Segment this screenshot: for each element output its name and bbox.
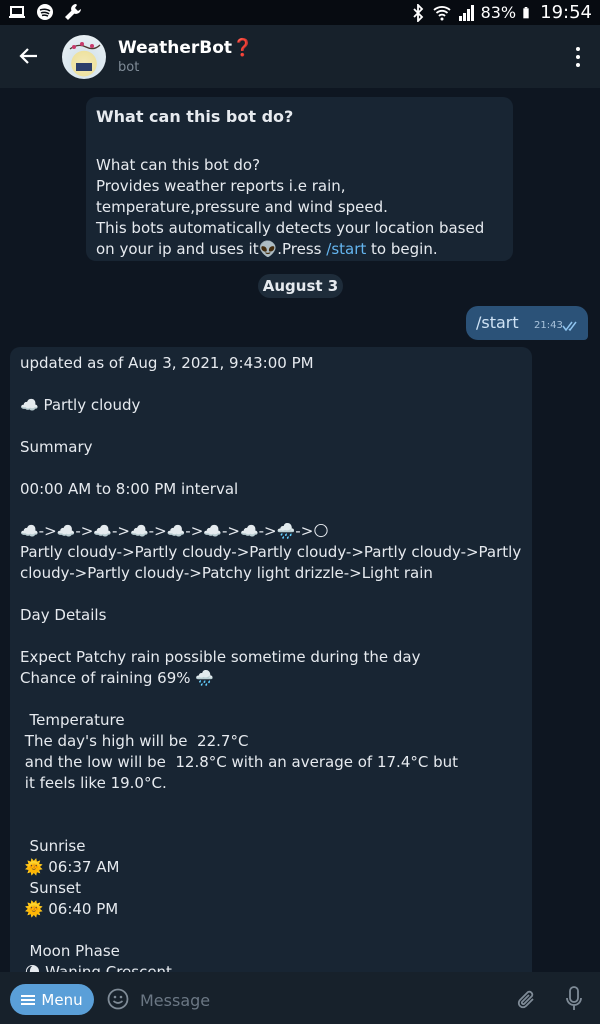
avatar[interactable] <box>62 35 106 79</box>
message-input[interactable]: Message <box>140 991 210 1010</box>
clock: 19:54 <box>540 2 592 23</box>
message-composer: Menu Message <box>0 972 600 1024</box>
chat-title[interactable]: WeatherBot❓ <box>118 38 253 58</box>
menu-button-label: Menu <box>41 990 83 1009</box>
intro-body: What can this bot do? Provides weather r… <box>96 155 506 260</box>
date-separator: August 3 <box>258 274 343 298</box>
menu-button[interactable]: Menu <box>10 984 94 1015</box>
battery-icon <box>523 6 529 18</box>
intro-title: What can this bot do? <box>96 107 294 126</box>
outgoing-message-text: /start <box>476 313 519 332</box>
outgoing-message[interactable]: /start 21:43 <box>466 306 588 340</box>
signal-icon <box>458 4 474 21</box>
start-command-link[interactable]: /start <box>326 240 366 258</box>
laptop-icon <box>9 6 25 18</box>
wrench-icon <box>65 4 81 20</box>
message-list[interactable]: What can this bot do? What can this bot … <box>0 88 600 972</box>
emoji-icon[interactable] <box>107 988 129 1010</box>
double-check-icon <box>562 321 577 332</box>
incoming-message[interactable]: updated as of Aug 3, 2021, 9:43:00 PM ☁️… <box>10 347 532 972</box>
wifi-icon <box>432 5 451 20</box>
back-arrow-icon[interactable] <box>17 44 41 68</box>
mic-icon[interactable] <box>565 986 583 1012</box>
weather-report-text: updated as of Aug 3, 2021, 9:43:00 PM ☁️… <box>20 354 522 972</box>
message-time: 21:43 <box>534 320 563 331</box>
bluetooth-icon <box>412 3 423 22</box>
attach-icon[interactable] <box>516 988 538 1012</box>
status-bar: 83% 19:54 <box>0 0 600 25</box>
chat-header: WeatherBot❓ bot <box>0 25 600 88</box>
more-vert-icon[interactable] <box>574 47 582 69</box>
spotify-icon <box>37 4 53 20</box>
battery-percent: 83% <box>480 3 517 22</box>
intro-body-tail: to begin. <box>366 240 438 258</box>
bot-intro-card: What can this bot do? What can this bot … <box>86 97 513 261</box>
chat-subtitle: bot <box>118 60 140 75</box>
menu-lines-icon <box>21 994 36 1005</box>
